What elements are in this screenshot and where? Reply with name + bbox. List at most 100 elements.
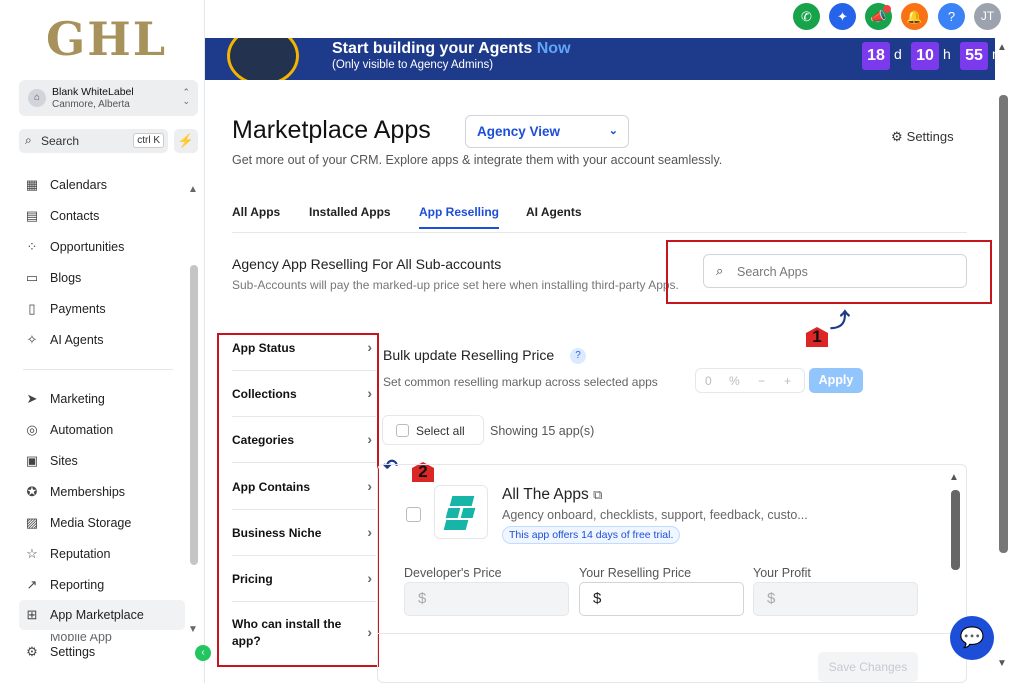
banner-title-highlight: Now <box>536 40 571 57</box>
filter-label: App Contains <box>232 479 310 494</box>
sidebar-scrollbar[interactable] <box>190 265 198 565</box>
magic-wand-icon[interactable]: ✦ <box>829 3 856 30</box>
external-link-icon[interactable]: ⧉ <box>593 487 602 502</box>
bell-icon[interactable]: 🔔 <box>901 3 928 30</box>
user-avatar[interactable]: JT <box>974 3 1001 30</box>
nav-label: Marketing <box>50 392 105 406</box>
automation-icon: ◎ <box>26 422 38 437</box>
sidebar-item-reporting[interactable]: ↗ Reporting <box>23 574 105 596</box>
bulk-update-description: Set common reselling markup across selec… <box>383 375 658 389</box>
markup-value[interactable]: 0 <box>705 374 712 388</box>
filter-who-can-install[interactable]: Who can install the app? › <box>232 610 376 656</box>
filter-categories[interactable]: Categories › <box>232 417 376 463</box>
trial-badge: This app offers 14 days of free trial. <box>502 526 681 544</box>
filter-label: Categories <box>232 432 295 447</box>
sidebar-item-opportunities[interactable]: ⁘ Opportunities <box>23 236 125 258</box>
nav-label: Payments <box>50 302 106 316</box>
chat-widget-button[interactable]: 💬 <box>950 616 994 660</box>
promo-banner[interactable]: Start building your Agents Now (Only vis… <box>205 38 995 80</box>
sidebar-item-settings[interactable]: ⚙ Settings <box>23 641 95 663</box>
account-location: Canmore, Alberta <box>52 99 130 110</box>
sidebar-item-payments[interactable]: ▯ Payments <box>23 298 106 320</box>
sidebar-item-ai-agents[interactable]: ✧ AI Agents <box>23 329 104 351</box>
nav-label: Blogs <box>50 271 82 285</box>
megaphone-icon[interactable]: 📣 <box>865 3 892 30</box>
filter-business-niche[interactable]: Business Niche › <box>232 510 376 556</box>
filter-app-contains[interactable]: App Contains › <box>232 464 376 510</box>
annotation-marker-1: 1 <box>806 327 828 347</box>
account-switcher[interactable]: ⌂ Blank WhiteLabel Canmore, Alberta ⌃ ⌄ <box>19 80 198 116</box>
section-title: Agency App Reselling For All Sub-account… <box>232 256 502 272</box>
nav-label: Memberships <box>50 485 126 499</box>
page-scroll-down-icon[interactable]: ▼ <box>997 658 1007 669</box>
sites-icon: ▣ <box>25 453 39 468</box>
page-subtitle: Get more out of your CRM. Explore apps &… <box>232 153 723 167</box>
image-icon: ▨ <box>25 515 39 530</box>
apply-button[interactable]: Apply <box>809 368 863 393</box>
filter-collections[interactable]: Collections › <box>232 371 376 417</box>
markup-plus-button[interactable]: + <box>784 374 791 388</box>
sidebar-item-app-marketplace[interactable]: ⊞ App Marketplace <box>19 600 185 630</box>
filter-label: Collections <box>232 386 297 401</box>
sidebar-scroll-down-icon[interactable]: ▼ <box>188 624 198 635</box>
sidebar-search[interactable]: ⌕ Search ctrl K <box>19 129 168 153</box>
sidebar-item-contacts[interactable]: ▤ Contacts <box>23 205 100 227</box>
page-scrollbar[interactable] <box>999 95 1008 553</box>
gear-icon: ⚙ <box>891 129 903 144</box>
sidebar-item-marketing[interactable]: ➤ Marketing <box>23 388 105 410</box>
search-label: Search <box>41 134 80 148</box>
main-content: Marketplace Apps Agency View ⌄ Get more … <box>205 80 995 683</box>
sidebar-item-sites[interactable]: ▣ Sites <box>23 450 78 472</box>
chevron-right-icon: › <box>367 524 372 540</box>
tab-installed-apps[interactable]: Installed Apps <box>309 205 391 219</box>
markup-stepper[interactable]: 0 % − + <box>695 368 805 393</box>
markup-minus-button[interactable]: − <box>758 374 765 388</box>
top-bar: ✆ ✦ 📣 🔔 ? JT <box>205 0 1024 38</box>
award-icon: ✪ <box>26 484 38 499</box>
sidebar-item-automation[interactable]: ◎ Automation <box>23 419 113 441</box>
list-scroll-up-icon[interactable]: ▲ <box>949 472 959 483</box>
chevron-down-icon: ⌄ <box>608 125 618 137</box>
page-scroll-up-icon[interactable]: ▲ <box>997 42 1007 53</box>
nav-label: Reporting <box>50 578 105 592</box>
banner-subtitle: (Only visible to Agency Admins) <box>332 59 494 71</box>
filter-label: Business Niche <box>232 525 322 540</box>
filter-label: Who can install the app? <box>232 617 342 648</box>
tab-app-reselling[interactable]: App Reselling <box>419 205 500 229</box>
sidebar-item-calendars[interactable]: ▦ Calendars <box>23 174 107 196</box>
save-changes-button[interactable]: Save Changes <box>818 652 918 682</box>
quick-action-bolt-icon[interactable]: ⚡ <box>174 129 198 153</box>
sidebar-item-memberships[interactable]: ✪ Memberships <box>23 481 125 503</box>
filter-app-status[interactable]: App Status › <box>232 325 376 371</box>
filter-label: App Status <box>232 340 296 355</box>
sidebar-divider <box>23 369 173 370</box>
star-icon: ☆ <box>26 546 38 561</box>
sidebar-scroll-up-icon[interactable]: ▲ <box>188 184 198 195</box>
chevron-right-icon: › <box>367 431 372 447</box>
tab-all-apps[interactable]: All Apps <box>232 205 280 219</box>
help-icon[interactable]: ? <box>938 3 965 30</box>
app-checkbox[interactable] <box>406 507 421 522</box>
select-all-button[interactable]: Select all <box>382 415 484 445</box>
sidebar-item-media-storage[interactable]: ▨ Media Storage <box>23 512 131 534</box>
phone-icon[interactable]: ✆ <box>793 3 820 30</box>
profit-field: $ <box>753 582 918 616</box>
developer-price-field: $ <box>404 582 569 616</box>
view-select-value: Agency View <box>477 124 561 139</box>
app-name-text[interactable]: All The Apps <box>502 486 589 503</box>
nav-label: Sites <box>50 454 78 468</box>
filter-pricing[interactable]: Pricing › <box>232 556 376 602</box>
sidebar-item-reputation[interactable]: ☆ Reputation <box>23 543 110 565</box>
select-all-checkbox[interactable] <box>396 424 409 437</box>
reselling-price-input[interactable]: $ <box>579 582 744 616</box>
chevron-right-icon: › <box>367 624 372 640</box>
list-scrollbar[interactable] <box>951 490 960 570</box>
settings-button[interactable]: ⚙ Settings <box>891 129 958 145</box>
bulk-help-icon[interactable]: ? <box>570 348 586 364</box>
tab-ai-agents[interactable]: AI Agents <box>526 205 582 219</box>
currency-symbol: $ <box>593 590 602 607</box>
view-select[interactable]: Agency View ⌄ <box>465 115 629 148</box>
app-name[interactable]: All The Apps ⧉ <box>502 486 602 504</box>
nav-label: App Marketplace <box>50 608 144 622</box>
sidebar-item-blogs[interactable]: ▭ Blogs <box>23 267 81 289</box>
